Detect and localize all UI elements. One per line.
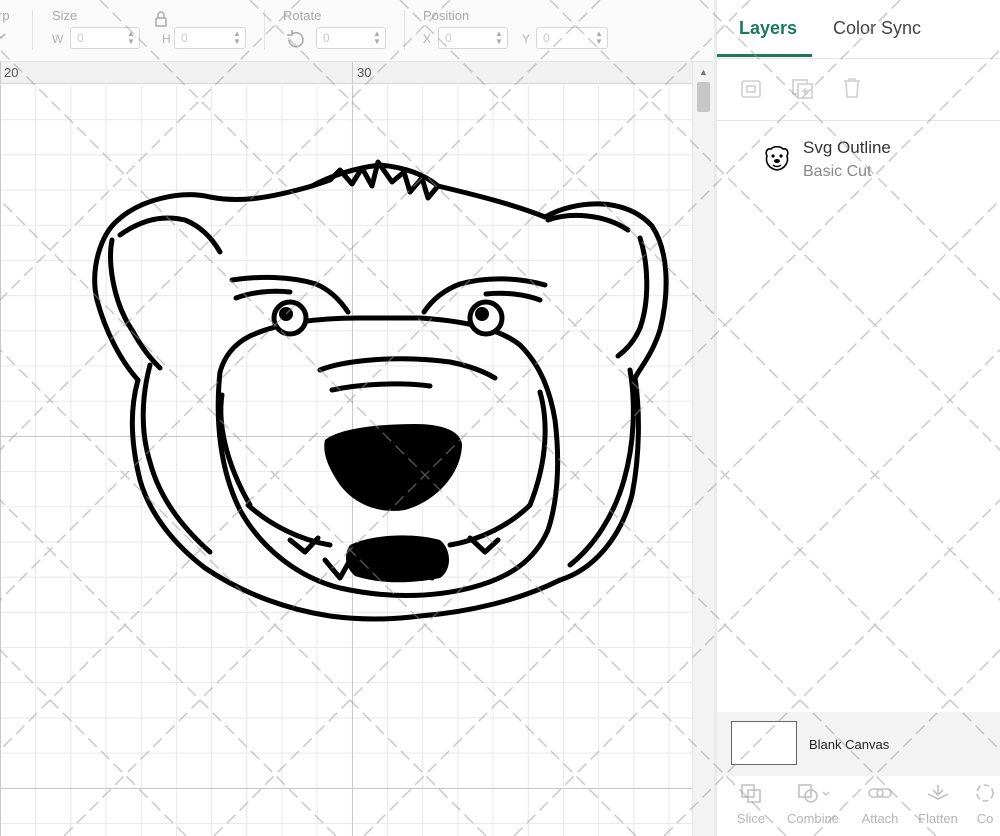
- height-value: 0: [181, 31, 188, 45]
- chevron-down-icon[interactable]: [0, 30, 8, 44]
- vertical-scrollbar[interactable]: ▲: [692, 62, 714, 836]
- blank-canvas-swatch[interactable]: [731, 721, 797, 765]
- blank-canvas-label: Blank Canvas: [809, 737, 890, 752]
- slice-icon: [741, 784, 761, 803]
- bear-face-artwork[interactable]: [0, 85, 692, 836]
- ruler-mark-30: 30: [357, 65, 372, 80]
- y-position-input[interactable]: 0 ▲ ▼: [536, 27, 608, 49]
- tab-color-sync[interactable]: Color Sync: [833, 18, 921, 39]
- contour-button[interactable]: Co: [957, 782, 1000, 826]
- duplicate-icon[interactable]: [791, 78, 815, 100]
- lock-icon[interactable]: [154, 10, 168, 28]
- rotate-icon[interactable]: [284, 28, 306, 50]
- scroll-thumb[interactable]: [697, 82, 710, 112]
- layer-actions-bar: Slice Combine Attach Flatten Co: [717, 776, 1000, 836]
- scroll-up-icon[interactable]: ▲: [699, 67, 708, 77]
- height-input[interactable]: 0 ▲ ▼: [174, 27, 246, 49]
- layer-item-svg-outline[interactable]: Svg Outline Basic Cut: [717, 130, 1000, 192]
- x-letter: X: [423, 32, 432, 46]
- ruler-tick: [352, 62, 353, 84]
- ruler-tick: [0, 62, 1, 84]
- attach-button[interactable]: Attach: [852, 782, 908, 826]
- slice-button[interactable]: Slice: [723, 782, 779, 826]
- contour-icon: [976, 784, 994, 802]
- height-stepper-icon[interactable]: ▲ ▼: [232, 30, 242, 46]
- contour-label: Co: [976, 811, 994, 826]
- position-label: Position: [423, 8, 470, 23]
- size-label: Size: [52, 8, 78, 23]
- delete-icon[interactable]: [841, 76, 863, 100]
- tab-divider: [717, 58, 1000, 59]
- toolbar-separator: [264, 10, 265, 50]
- layers-panel: Layers Color Sync Svg Outline Basic Cut …: [717, 0, 1000, 836]
- rotate-stepper-icon[interactable]: ▲ ▼: [372, 30, 382, 46]
- group-icon[interactable]: [739, 78, 763, 100]
- bear-face-icon: [765, 145, 789, 171]
- x-value: 0: [445, 31, 452, 45]
- combine-button[interactable]: Combine: [785, 782, 841, 826]
- width-stepper-icon[interactable]: ▲ ▼: [126, 30, 136, 46]
- width-input[interactable]: 0 ▲ ▼: [70, 27, 140, 49]
- width-letter: W: [52, 32, 64, 46]
- y-stepper-icon[interactable]: ▲ ▼: [594, 30, 604, 46]
- rotate-label: Rotate: [283, 8, 322, 23]
- layer-title: Svg Outline: [803, 138, 891, 157]
- ruler-mark-20: 20: [4, 65, 19, 80]
- height-letter: H: [162, 32, 171, 46]
- flatten-icon: [927, 785, 949, 800]
- active-tab-indicator: [717, 54, 812, 57]
- slice-label: Slice: [736, 811, 766, 826]
- x-stepper-icon[interactable]: ▲ ▼: [494, 30, 504, 46]
- width-value: 0: [77, 31, 84, 45]
- combine-icon: [798, 784, 830, 803]
- layer-operation: Basic Cut: [803, 163, 872, 180]
- blank-canvas-row[interactable]: Blank Canvas: [717, 712, 1000, 776]
- actions-divider: [717, 120, 1000, 121]
- rotate-value: 0: [323, 31, 330, 45]
- combine-label: Combine: [786, 811, 840, 826]
- attach-label: Attach: [861, 811, 899, 826]
- design-canvas[interactable]: [0, 85, 692, 836]
- top-toolbar: rp Size W 0 ▲ ▼ H 0 ▲ ▼ Rotate 0 ▲ ▼ Positi…: [0, 0, 716, 62]
- horizontal-ruler: 20 30: [0, 62, 692, 84]
- toolbar-separator: [32, 10, 33, 50]
- attach-icon: [868, 788, 892, 798]
- y-value: 0: [543, 31, 550, 45]
- toolbar-separator: [404, 10, 405, 50]
- x-position-input[interactable]: 0 ▲ ▼: [438, 27, 508, 49]
- y-letter: Y: [522, 32, 531, 46]
- rotate-input[interactable]: 0 ▲ ▼: [316, 27, 386, 49]
- partial-toolbar-label: rp: [0, 8, 10, 23]
- tab-layers[interactable]: Layers: [739, 18, 797, 39]
